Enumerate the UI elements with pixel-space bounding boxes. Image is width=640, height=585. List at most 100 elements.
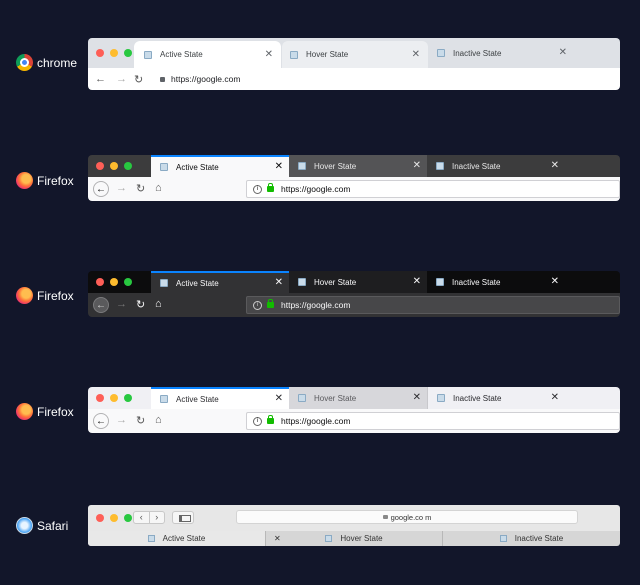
forward-icon[interactable]: → xyxy=(116,73,127,85)
close-window-button[interactable] xyxy=(96,49,104,57)
zoom-window-button[interactable] xyxy=(124,394,132,402)
back-button[interactable]: ← xyxy=(93,181,109,197)
omnibox[interactable]: https://google.com xyxy=(160,74,240,84)
zoom-window-button[interactable] xyxy=(124,514,132,522)
address-bar[interactable]: google.co m xyxy=(236,510,578,524)
close-window-button[interactable] xyxy=(96,394,104,402)
minimize-window-button[interactable] xyxy=(110,278,118,286)
close-tab-icon[interactable]: ✕ xyxy=(274,534,281,543)
back-icon[interactable]: ← xyxy=(95,73,106,85)
safari-tab-strip: Active State ✕ Hover State Inactive Stat… xyxy=(88,531,620,546)
url-bar[interactable]: i https://google.com xyxy=(246,412,620,430)
close-window-button[interactable] xyxy=(96,278,104,286)
info-icon[interactable]: i xyxy=(253,184,262,194)
favicon-icon xyxy=(144,50,152,59)
sidebar-toggle-icon[interactable] xyxy=(172,511,194,524)
tab-hover-state[interactable]: Hover State ✕ xyxy=(289,271,427,293)
close-window-button[interactable] xyxy=(96,514,104,522)
chrome-toolbar: ← → ↻ https://google.com xyxy=(88,68,620,90)
back-button[interactable]: ← xyxy=(93,297,109,313)
tab-inactive-state[interactable]: Inactive State xyxy=(442,531,620,546)
zoom-window-button[interactable] xyxy=(124,49,132,57)
favicon-icon xyxy=(436,162,444,170)
reload-icon[interactable]: ↻ xyxy=(136,414,145,427)
forward-icon[interactable]: → xyxy=(116,182,127,194)
info-icon[interactable]: i xyxy=(253,300,262,310)
tab-inactive-state[interactable]: Inactive State ✕ xyxy=(429,38,575,68)
favicon-icon xyxy=(160,163,168,171)
close-tab-icon[interactable]: ✕ xyxy=(275,162,283,172)
reload-icon[interactable]: ↻ xyxy=(136,182,145,195)
tab-hover-state[interactable]: Hover State ✕ xyxy=(289,387,427,409)
close-tab-icon[interactable]: ✕ xyxy=(275,394,283,404)
tab-active-state[interactable]: Active State ✕ xyxy=(151,155,289,177)
favicon-icon xyxy=(160,279,168,287)
tab-hover-state[interactable]: Hover State ✕ xyxy=(289,155,427,177)
back-forward-group: ‹ › xyxy=(133,511,165,524)
firefox-window: Active State ✕ Hover State ✕ Inactive St… xyxy=(88,387,620,433)
info-icon[interactable]: i xyxy=(253,416,262,426)
firefox-brand: Firefox xyxy=(16,287,74,304)
firefox-brand: Firefox xyxy=(16,403,74,420)
home-icon[interactable]: ⌂ xyxy=(155,414,162,426)
window-controls xyxy=(96,162,132,170)
address-text: google.co m xyxy=(390,512,432,522)
tab-label: Hover State xyxy=(314,393,357,403)
minimize-window-button[interactable] xyxy=(110,514,118,522)
reload-icon[interactable]: ↻ xyxy=(134,73,143,86)
lock-icon xyxy=(160,76,165,82)
minimize-window-button[interactable] xyxy=(110,162,118,170)
tab-hover-state[interactable]: Hover State ✕ xyxy=(282,41,428,68)
tab-active-state[interactable]: Active State ✕ xyxy=(151,387,289,409)
firefox-toolbar: ← → ↻ ⌂ i https://google.com xyxy=(88,409,620,433)
url-bar[interactable]: i https://google.com xyxy=(246,296,620,314)
forward-icon[interactable]: → xyxy=(116,298,127,310)
close-tab-icon[interactable]: ✕ xyxy=(551,161,559,171)
back-icon: ← xyxy=(96,183,106,195)
close-tab-icon[interactable]: ✕ xyxy=(413,161,421,171)
home-icon[interactable]: ⌂ xyxy=(155,298,162,310)
tab-active-state[interactable]: Active State ✕ xyxy=(151,271,289,293)
close-window-button[interactable] xyxy=(96,162,104,170)
url-content: i https://google.com xyxy=(253,415,350,426)
firefox-brand-label: Firefox xyxy=(37,173,74,188)
close-tab-icon[interactable]: ✕ xyxy=(413,393,421,403)
url-content: i https://google.com xyxy=(253,299,351,310)
favicon-icon xyxy=(437,394,445,402)
firefox-brand-label: Firefox xyxy=(37,404,74,419)
close-tab-icon[interactable]: ✕ xyxy=(559,48,567,58)
zoom-window-button[interactable] xyxy=(124,162,132,170)
favicon-icon xyxy=(298,394,306,402)
firefox-logo-icon xyxy=(16,172,33,189)
chevron-right-icon[interactable]: › xyxy=(148,512,165,523)
close-tab-icon[interactable]: ✕ xyxy=(265,49,273,60)
tab-inactive-state[interactable]: Inactive State ✕ xyxy=(427,155,565,177)
chrome-brand-label: chrome xyxy=(37,55,78,70)
forward-icon[interactable]: → xyxy=(116,414,127,426)
safari-toolbar: ‹ › google.co m xyxy=(88,505,620,531)
minimize-window-button[interactable] xyxy=(110,394,118,402)
close-tab-icon[interactable]: ✕ xyxy=(413,277,421,287)
tab-active-state[interactable]: Active State ✕ xyxy=(134,41,281,68)
close-tab-icon[interactable]: ✕ xyxy=(275,278,283,288)
minimize-window-button[interactable] xyxy=(110,49,118,57)
firefox-toolbar: ← → ↻ ⌂ i https://google.com xyxy=(88,177,620,201)
chevron-left-icon[interactable]: ‹ xyxy=(134,512,149,523)
url-text: https://google.com xyxy=(281,300,351,310)
tab-active-state[interactable]: Active State xyxy=(88,531,265,546)
close-tab-icon[interactable]: ✕ xyxy=(412,49,420,60)
tab-label: Inactive State xyxy=(452,277,501,287)
tab-hover-state[interactable]: ✕ Hover State xyxy=(265,531,442,546)
url-bar[interactable]: i https://google.com xyxy=(246,180,620,198)
close-tab-icon[interactable]: ✕ xyxy=(551,393,559,403)
close-tab-icon[interactable]: ✕ xyxy=(551,277,559,287)
back-button[interactable]: ← xyxy=(93,413,109,429)
tab-label: Active State xyxy=(162,534,206,543)
home-icon[interactable]: ⌂ xyxy=(155,182,162,194)
tab-inactive-state[interactable]: Inactive State ✕ xyxy=(427,387,565,409)
zoom-window-button[interactable] xyxy=(124,278,132,286)
reload-icon[interactable]: ↻ xyxy=(136,298,145,311)
safari-compass-icon xyxy=(16,517,33,534)
tab-label: Hover State xyxy=(340,534,383,543)
tab-inactive-state[interactable]: Inactive State ✕ xyxy=(427,271,565,293)
